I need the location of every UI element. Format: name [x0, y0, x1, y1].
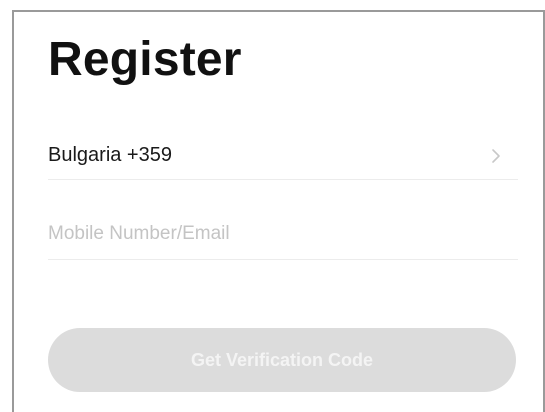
page-title: Register [48, 33, 242, 86]
window-border-left [12, 10, 14, 412]
mobile-input-row [48, 208, 518, 260]
country-selector[interactable]: Bulgaria +359 [48, 132, 518, 180]
app-window: Register Bulgaria +359 Get Verification … [0, 0, 545, 412]
window-border-top [12, 10, 545, 12]
chevron-right-icon [484, 144, 508, 168]
mobile-email-input[interactable] [48, 213, 518, 254]
get-verification-code-button[interactable]: Get Verification Code [48, 328, 516, 392]
country-code-label: Bulgaria +359 [48, 144, 172, 166]
